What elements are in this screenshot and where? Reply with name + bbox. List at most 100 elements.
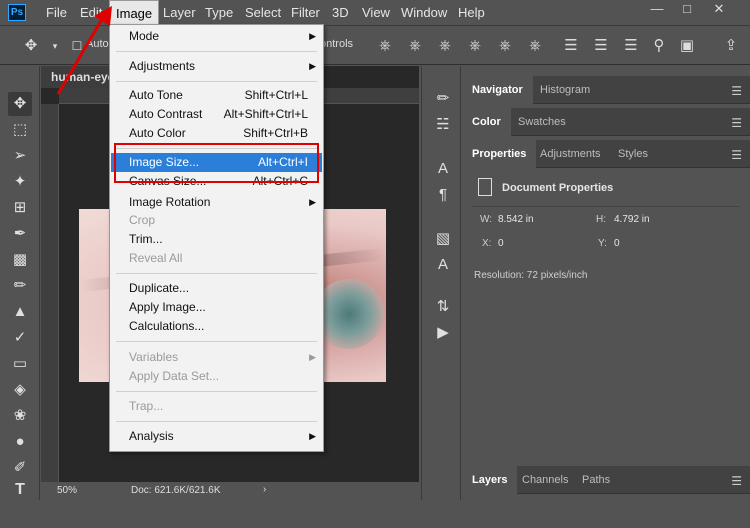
- paragraph-icon[interactable]: ¶: [432, 184, 454, 206]
- menu-window[interactable]: Window: [395, 0, 453, 26]
- align-top-icon[interactable]: ⎈: [374, 35, 396, 57]
- dodge-icon[interactable]: ●: [8, 430, 32, 454]
- height-value[interactable]: 4.792 in: [614, 214, 650, 225]
- tab-styles[interactable]: Styles: [608, 140, 658, 168]
- workspace-icon[interactable]: ▣: [676, 35, 698, 57]
- y-label: Y:: [598, 238, 607, 249]
- crop-icon[interactable]: ⊞: [8, 196, 32, 220]
- eyedropper-icon[interactable]: ✒: [8, 222, 32, 246]
- align-left-icon[interactable]: ⎈: [464, 35, 486, 57]
- close-icon[interactable]: ✕: [706, 0, 732, 20]
- tab-paths[interactable]: Paths: [572, 466, 620, 494]
- menu-3d[interactable]: 3D: [326, 0, 355, 26]
- tab-properties[interactable]: Properties: [462, 140, 537, 168]
- menu-item-label: Apply Image...: [129, 300, 206, 314]
- type-tool-icon[interactable]: T: [8, 478, 32, 502]
- menu-select[interactable]: Select: [239, 0, 287, 26]
- panel-menu-icon[interactable]: ☰: [731, 116, 742, 130]
- minimize-icon[interactable]: —: [644, 0, 670, 20]
- menu-layer[interactable]: Layer: [157, 0, 202, 26]
- align-vcenter-icon[interactable]: ⎈: [404, 35, 426, 57]
- menu-item-apply-data-set: Apply Data Set...: [111, 367, 322, 386]
- tab-navigator[interactable]: Navigator: [462, 76, 533, 104]
- tab-layers[interactable]: Layers: [462, 466, 518, 494]
- maximize-icon[interactable]: □: [674, 0, 700, 20]
- menu-item-auto-contrast[interactable]: Auto Contrast Alt+Shift+Ctrl+L: [111, 105, 322, 124]
- navigator-panel-tabs: Navigator Histogram ☰: [462, 76, 750, 104]
- lasso-icon[interactable]: ➢: [8, 144, 32, 168]
- share-icon[interactable]: ⇪: [720, 35, 742, 57]
- pen-icon[interactable]: ✐: [8, 456, 32, 480]
- distribute-bottom-icon[interactable]: ☰: [620, 35, 642, 57]
- search-icon[interactable]: ⚲: [648, 35, 670, 57]
- align-hcenter-icon[interactable]: ⎈: [494, 35, 516, 57]
- move-icon[interactable]: ✥: [8, 92, 32, 116]
- tab-color[interactable]: Color: [462, 108, 511, 136]
- clone-source-icon[interactable]: ▧: [432, 228, 454, 250]
- history-icon[interactable]: ⇅: [432, 296, 454, 318]
- iris: [314, 279, 384, 349]
- status-menu-arrow-icon[interactable]: ›: [263, 484, 266, 495]
- brush-settings-icon[interactable]: ✏: [432, 88, 454, 110]
- properties-panel-tabs: Properties Adjustments Styles ☰: [462, 140, 750, 168]
- menu-item-analysis[interactable]: Analysis ▶: [111, 427, 322, 446]
- menu-type[interactable]: Type: [199, 0, 239, 26]
- menu-item-variables: Variables ▶: [111, 348, 322, 367]
- tab-channels[interactable]: Channels: [512, 466, 578, 494]
- menu-view[interactable]: View: [356, 0, 396, 26]
- distribute-center-icon[interactable]: ☰: [590, 35, 612, 57]
- healing-brush-icon[interactable]: ▩: [8, 248, 32, 272]
- menu-item-label: Duplicate...: [129, 281, 190, 295]
- menu-item-label: Calculations...: [129, 319, 205, 333]
- menu-item-trim[interactable]: Trim...: [111, 230, 322, 249]
- history-brush-icon[interactable]: ✓: [8, 326, 32, 350]
- align-right-icon[interactable]: ⎈: [524, 35, 546, 57]
- menu-item-label: Variables: [129, 350, 179, 364]
- menu-item-apply-image[interactable]: Apply Image...: [111, 298, 322, 317]
- width-value[interactable]: 8.542 in: [498, 214, 534, 225]
- layers-panel-tabs: Layers Channels Paths ☰: [462, 466, 750, 494]
- paint-bucket-icon[interactable]: ◈: [8, 378, 32, 402]
- move-tool-icon[interactable]: ✥: [20, 35, 42, 57]
- marquee-icon[interactable]: ⬚: [8, 118, 32, 142]
- menu-item-label: Analysis: [129, 429, 174, 443]
- clone-stamp-icon[interactable]: ▲: [8, 300, 32, 324]
- menu-item-label: Apply Data Set...: [129, 369, 220, 383]
- menu-item-calculations[interactable]: Calculations...: [111, 317, 322, 336]
- menu-separator: [116, 421, 317, 422]
- tab-histogram[interactable]: Histogram: [530, 76, 600, 104]
- menu-item-mode[interactable]: Mode ▶: [111, 27, 322, 46]
- menu-filter[interactable]: Filter: [285, 0, 326, 26]
- menu-item-image-rotation[interactable]: Image Rotation ▶: [111, 193, 322, 212]
- menu-item-adjustments[interactable]: Adjustments ▶: [111, 57, 322, 76]
- menu-item-auto-tone[interactable]: Auto Tone Shift+Ctrl+L: [111, 86, 322, 105]
- menu-item-auto-color[interactable]: Auto Color Shift+Ctrl+B: [111, 124, 322, 143]
- color-panel-tabs: Color Swatches ☰: [462, 108, 750, 136]
- blur-icon[interactable]: ❀: [8, 404, 32, 428]
- character-icon[interactable]: A: [432, 158, 454, 180]
- zoom-level[interactable]: 50%: [57, 485, 77, 496]
- actions-play-icon[interactable]: ▶: [432, 322, 454, 344]
- tab-swatches[interactable]: Swatches: [508, 108, 576, 136]
- magic-wand-icon[interactable]: ✦: [8, 170, 32, 194]
- glyphs-icon[interactable]: A: [432, 254, 454, 276]
- x-label: X:: [482, 238, 492, 249]
- brush-icon[interactable]: ✏: [8, 274, 32, 298]
- eraser-icon[interactable]: ▭: [8, 352, 32, 376]
- panel-menu-icon[interactable]: ☰: [731, 84, 742, 98]
- submenu-arrow-icon: ▶: [309, 352, 316, 362]
- y-value[interactable]: 0: [614, 238, 620, 249]
- submenu-arrow-icon: ▶: [309, 61, 316, 71]
- menu-help[interactable]: Help: [452, 0, 491, 26]
- status-bar: 50% Doc: 621.6K/621.6K ›: [41, 482, 419, 500]
- panel-menu-icon[interactable]: ☰: [731, 474, 742, 488]
- panel-menu-icon[interactable]: ☰: [731, 148, 742, 162]
- menu-item-duplicate[interactable]: Duplicate...: [111, 279, 322, 298]
- brush-presets-icon[interactable]: ☵: [432, 114, 454, 136]
- menu-item-label: Trim...: [129, 232, 163, 246]
- x-value[interactable]: 0: [498, 238, 504, 249]
- tab-adjustments[interactable]: Adjustments: [530, 140, 611, 168]
- align-bottom-icon[interactable]: ⎈: [434, 35, 456, 57]
- distribute-top-icon[interactable]: ☰: [560, 35, 582, 57]
- resolution-text: Resolution: 72 pixels/inch: [474, 270, 588, 281]
